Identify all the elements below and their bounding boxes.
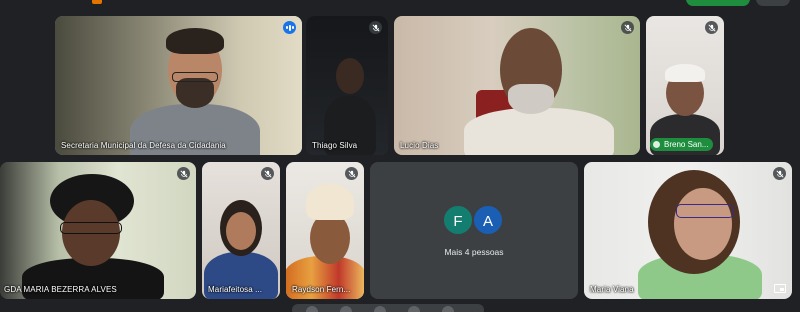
app-icon[interactable]	[92, 0, 102, 4]
control-button[interactable]	[340, 306, 352, 312]
mic-off-icon	[369, 21, 382, 34]
control-button[interactable]	[408, 306, 420, 312]
participant-video	[204, 196, 278, 299]
participant-video	[22, 170, 164, 299]
participant-avatar: F	[442, 204, 474, 236]
participant-name: Lucio Dias	[400, 141, 439, 150]
participant-name: Raydson Fern...	[292, 285, 351, 294]
mic-off-icon	[621, 21, 634, 34]
participant-video	[286, 182, 364, 299]
bottom-control-bar	[292, 304, 484, 312]
top-action-button[interactable]	[686, 0, 750, 6]
participant-video	[634, 168, 764, 299]
participant-name: Thiago Silva	[312, 141, 358, 150]
participant-tile[interactable]: Mariafeitosa ...	[202, 162, 280, 299]
participant-name: Breno San...	[664, 140, 709, 149]
participant-tile[interactable]: Breno San...	[646, 16, 724, 155]
participant-tile[interactable]: Secretaria Municipal da Defesa da Cidada…	[55, 16, 302, 155]
control-button[interactable]	[306, 306, 318, 312]
speaking-indicator-icon	[283, 21, 296, 34]
mic-off-icon	[705, 21, 718, 34]
mic-off-icon	[345, 167, 358, 180]
participant-name: Secretaria Municipal da Defesa da Cidada…	[61, 141, 226, 150]
participant-name: Maria Viana	[590, 285, 634, 294]
participant-name: Mariafeitosa ...	[208, 285, 263, 294]
more-participants-tile[interactable]: F A Mais 4 pessoas	[370, 162, 578, 299]
participant-tile[interactable]: Raydson Fern...	[286, 162, 364, 299]
participant-tile[interactable]: Maria Viana	[584, 162, 792, 299]
control-button[interactable]	[374, 306, 386, 312]
more-participants-label: Mais 4 pessoas	[444, 247, 504, 257]
mic-off-icon	[773, 167, 786, 180]
participant-name: GDA MARIA BEZERRA ALVES	[4, 285, 117, 294]
mic-off-icon	[261, 167, 274, 180]
top-bar	[0, 0, 800, 8]
presenter-icon	[653, 141, 660, 148]
participant-video	[130, 26, 260, 155]
participant-name-pill: Breno San...	[650, 138, 714, 151]
participant-tile[interactable]: GDA MARIA BEZERRA ALVES	[0, 162, 196, 299]
participant-video	[464, 20, 614, 155]
top-secondary-button[interactable]	[756, 0, 790, 6]
pin-screen-icon[interactable]	[774, 284, 786, 293]
participant-tile[interactable]: Lucio Dias	[394, 16, 640, 155]
participant-tile[interactable]: Thiago Silva	[306, 16, 388, 155]
control-button[interactable]	[442, 306, 454, 312]
participant-avatar: A	[472, 204, 504, 236]
mic-off-icon	[177, 167, 190, 180]
